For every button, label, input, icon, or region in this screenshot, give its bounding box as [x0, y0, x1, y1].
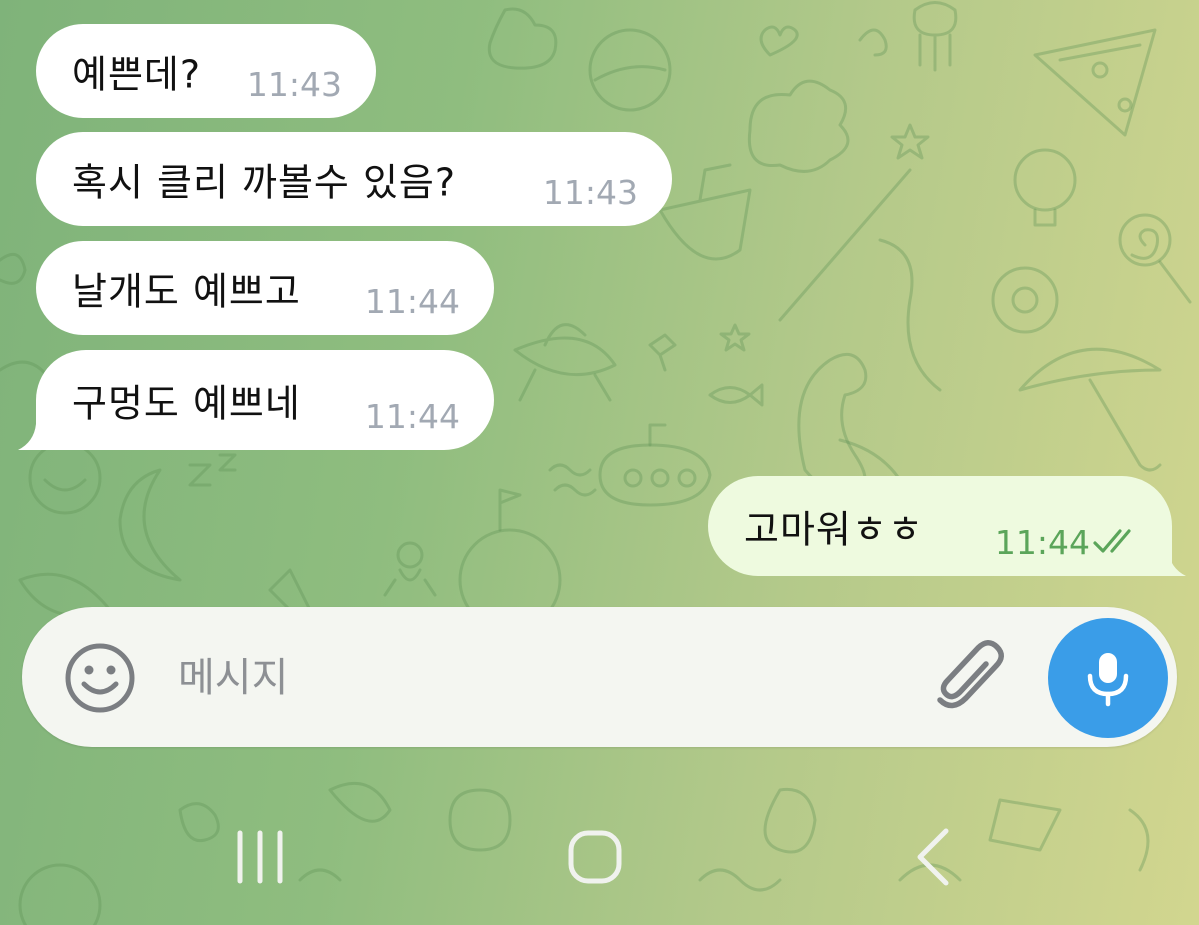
message-text: 구멍도 예쁘네 [72, 381, 301, 426]
message-bubble-incoming[interactable]: 예쁜데? 11:43 [36, 24, 376, 118]
message-text: 날개도 예쁘고 [72, 269, 301, 314]
back-icon[interactable] [900, 825, 970, 889]
message-bubble-incoming[interactable]: 날개도 예쁘고 11:44 [36, 241, 494, 335]
message-text: 고마워ㅎㅎ [744, 507, 924, 552]
bubble-tail [1150, 550, 1186, 576]
message-input[interactable] [178, 640, 898, 716]
bubble-tail [18, 424, 54, 450]
paperclip-icon[interactable] [930, 636, 1012, 718]
message-time: 11:44 [364, 397, 460, 436]
home-icon[interactable] [560, 825, 630, 889]
microphone-button[interactable] [1048, 618, 1168, 738]
message-text: 혹시 클리 까볼수 있음? [72, 160, 457, 205]
recent-apps-icon[interactable] [225, 825, 295, 889]
smile-icon[interactable] [62, 640, 138, 716]
message-time: 11:43 [246, 65, 342, 104]
message-bubble-outgoing[interactable]: 고마워ㅎㅎ 11:44 [708, 476, 1172, 576]
message-bubble-incoming[interactable]: 구멍도 예쁘네 11:44 [36, 350, 494, 450]
message-time: 11:44 [994, 523, 1090, 562]
message-time: 11:43 [542, 173, 638, 212]
message-text: 예쁜데? [72, 52, 202, 97]
microphone-icon [1087, 653, 1129, 707]
message-time: 11:44 [364, 282, 460, 321]
double-check-icon [1093, 529, 1131, 553]
message-bubble-incoming[interactable]: 혹시 클리 까볼수 있음? 11:43 [36, 132, 672, 226]
